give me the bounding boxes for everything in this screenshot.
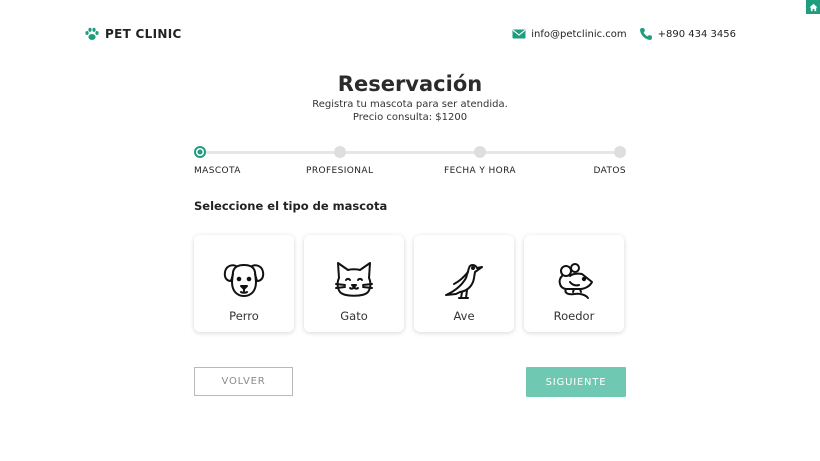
step-label-fecha-hora: FECHA Y HORA <box>444 166 516 176</box>
site-header: PET CLINIC info@petclinic.com +890 434 3… <box>84 24 736 44</box>
contact-info: info@petclinic.com +890 434 3456 <box>512 27 736 41</box>
cat-icon <box>335 262 373 297</box>
brand-name: PET CLINIC <box>105 27 182 41</box>
phone-link[interactable]: +890 434 3456 <box>639 27 736 41</box>
home-icon <box>808 3 818 11</box>
home-button[interactable] <box>806 0 820 14</box>
stepper-track <box>200 151 620 154</box>
page-title: Reservación <box>337 72 483 96</box>
back-button[interactable]: VOLVER <box>194 367 293 396</box>
bird-icon <box>445 264 483 299</box>
step-dot-datos[interactable] <box>614 146 626 158</box>
page-subtitle: Registra tu mascota para ser atendida. P… <box>0 98 820 124</box>
pet-card-roedor[interactable]: Roedor <box>524 235 624 332</box>
step-dot-profesional[interactable] <box>334 146 346 158</box>
brand-logo[interactable]: PET CLINIC <box>84 26 182 42</box>
pet-card-perro[interactable]: Perro <box>194 235 294 332</box>
step-dot-fecha-hora[interactable] <box>474 146 486 158</box>
paw-icon <box>85 27 99 40</box>
stepper-labels: MASCOTA PROFESIONAL FECHA Y HORA DATOS <box>194 166 626 178</box>
progress-stepper <box>194 146 626 160</box>
pet-label-ave: Ave <box>453 309 475 323</box>
next-button[interactable]: SIGUIENTE <box>526 367 626 397</box>
pet-type-options: Perro Gato Ave Roedor <box>194 235 624 332</box>
phone-icon <box>639 28 652 40</box>
phone-text: +890 434 3456 <box>657 28 736 40</box>
rodent-icon <box>558 263 593 299</box>
pet-type-heading: Seleccione el tipo de mascota <box>194 199 388 213</box>
step-label-mascota: MASCOTA <box>194 166 241 176</box>
pet-label-roedor: Roedor <box>553 309 595 323</box>
pet-card-ave[interactable]: Ave <box>414 235 514 332</box>
pet-label-gato: Gato <box>340 309 368 323</box>
step-label-profesional: PROFESIONAL <box>306 166 374 176</box>
email-link[interactable]: info@petclinic.com <box>512 27 627 41</box>
step-label-datos: DATOS <box>593 166 626 176</box>
envelope-icon <box>512 29 526 39</box>
dog-icon <box>223 264 265 297</box>
pet-card-gato[interactable]: Gato <box>304 235 404 332</box>
price-text: Precio consulta: $1200 <box>352 112 468 123</box>
email-text: info@petclinic.com <box>531 28 627 40</box>
pet-label-perro: Perro <box>229 309 259 323</box>
step-dot-mascota[interactable] <box>194 146 206 158</box>
subtitle-line-1: Registra tu mascota para ser atendida. <box>312 99 508 110</box>
